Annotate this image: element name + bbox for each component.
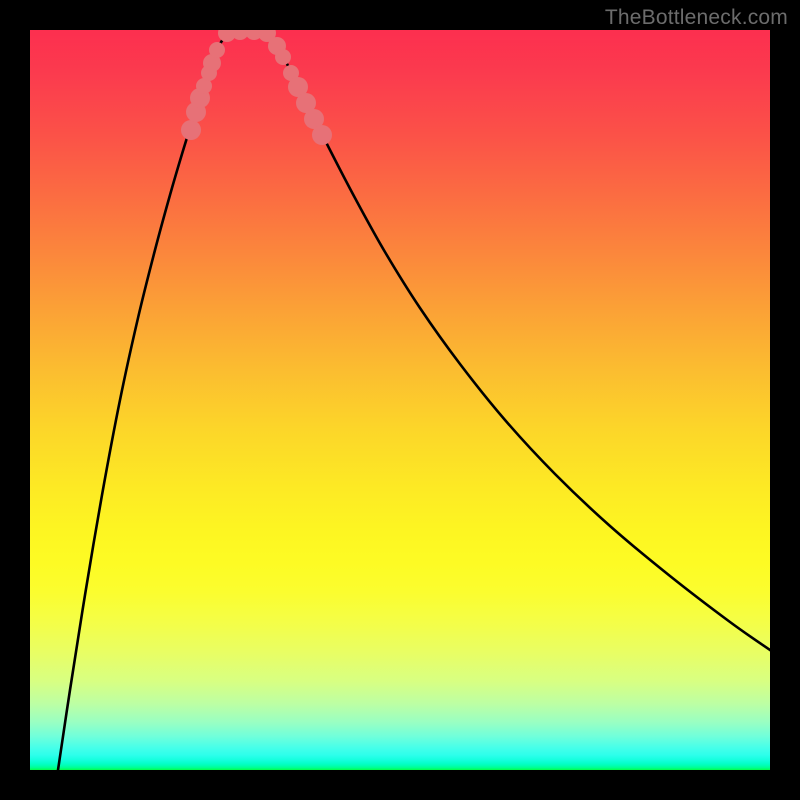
marker-group <box>181 30 332 145</box>
watermark-text: TheBottleneck.com <box>605 6 788 30</box>
bottleneck-curve <box>58 30 770 770</box>
marker-left-cluster <box>209 42 225 58</box>
marker-right-cluster <box>312 125 332 145</box>
marker-right-cluster <box>275 49 291 65</box>
curve-layer <box>30 30 770 770</box>
outer-frame: TheBottleneck.com <box>0 0 800 800</box>
plot-area <box>30 30 770 770</box>
marker-left-cluster <box>181 120 201 140</box>
